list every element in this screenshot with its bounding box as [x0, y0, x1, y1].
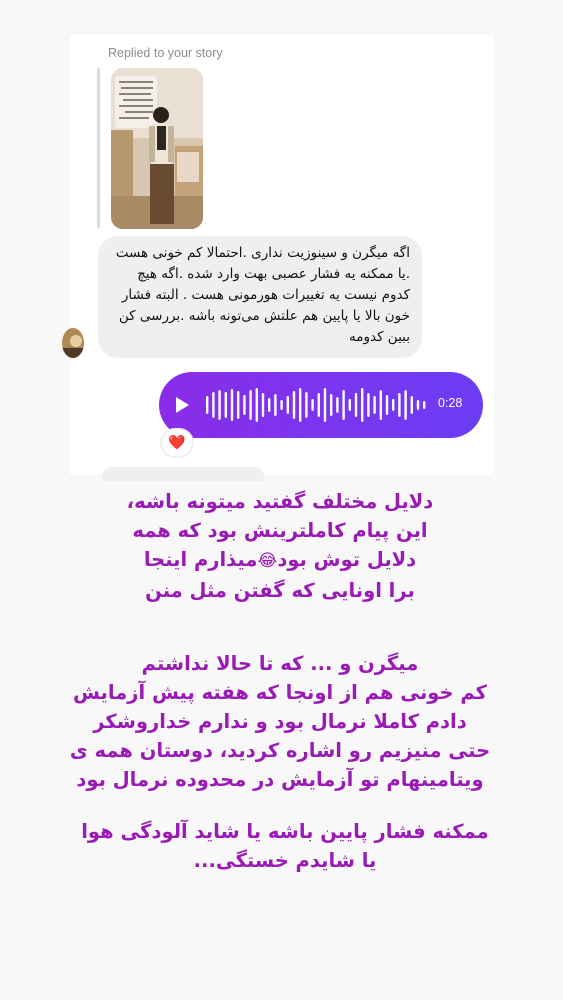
story-caption-paragraph-3: ممکنه فشار پایین باشه یا شاید آلودگی هوا…: [60, 817, 510, 875]
play-icon: [176, 397, 189, 413]
waveform-bar: [323, 388, 327, 422]
replied-to-story-label: Replied to your story: [108, 46, 223, 60]
waveform-bar: [206, 396, 209, 414]
waveform-bar: [354, 393, 358, 417]
waveform-bar: [373, 396, 376, 414]
incoming-message-text: اگه میگرن و سینوزیت نداری .احتمالا کم خو…: [115, 245, 410, 345]
waveform-bar: [286, 396, 289, 414]
sender-avatar[interactable]: [62, 328, 84, 358]
laughing-emoji-icon: 😂: [257, 551, 278, 571]
waveform-bar: [367, 393, 370, 417]
waveform-bar: [255, 388, 258, 422]
waveform-bar: [299, 388, 302, 422]
waveform-bar: [268, 398, 271, 412]
waveform-bar: [379, 390, 382, 420]
caption-line: میگرن و ... که تا حالا نداشتم: [141, 652, 419, 675]
play-button[interactable]: [168, 391, 196, 419]
heart-icon: ❤️: [168, 435, 186, 451]
waveform-bar: [342, 390, 345, 420]
waveform-bar: [398, 393, 401, 417]
waveform-bar: [392, 399, 395, 411]
avatar-icon: [62, 328, 84, 358]
caption-line: دلایل مختلف گفتید میتونه باشه،: [126, 490, 434, 513]
waveform-bar: [361, 388, 364, 422]
waveform-bar: [212, 392, 215, 418]
story-caption-paragraph-2: میگرن و ... که تا حالا نداشتم کم خونی هم…: [50, 649, 510, 794]
waveform-bar: [410, 396, 413, 414]
waveform-bar: [224, 392, 227, 418]
caption-line: ویتامینهام تو آزمایش در محدوده نرمال بود: [76, 768, 484, 791]
caption-line: دادم کاملا نرمال بود و ندارم خداروشکر: [93, 710, 467, 733]
waveform-bar: [416, 400, 420, 410]
waveform-bar: [243, 395, 246, 415]
caption-line: کم خونی هم از اونجا که هفته پیش آزمایش: [72, 681, 488, 704]
waveform-bar: [311, 399, 314, 411]
waveform-bar: [336, 397, 339, 413]
waveform-icon: [206, 388, 426, 422]
waveform-bar: [330, 394, 333, 416]
story-thumbnail[interactable]: [111, 68, 203, 229]
waveform-bar: [317, 393, 320, 417]
caption-line: یا شایدم خستگی...: [193, 849, 377, 872]
waveform-bar: [249, 390, 252, 420]
waveform-bar: [423, 401, 426, 409]
reply-indicator-bar: [97, 68, 100, 228]
next-message-bubble[interactable]: [102, 467, 264, 481]
waveform-bar: [237, 391, 240, 419]
waveform-bar: [230, 389, 234, 421]
caption-line: دلایل توش بود😂میذارم اینجا: [90, 545, 470, 576]
caption-line: ممکنه فشار پایین باشه یا شاید آلودگی هوا: [81, 820, 489, 843]
caption-line: حتی منیزیم رو اشاره کردید، دوستان همه ی: [69, 739, 491, 762]
caption-line: برا اونایی که گفتن مثل منن: [145, 579, 415, 602]
waveform-bar: [404, 390, 407, 420]
caption-line: این پیام کاملترینش بود که همه: [132, 519, 428, 542]
waveform-bar: [261, 393, 265, 417]
heart-reaction[interactable]: ❤️: [162, 430, 192, 456]
caption-line-part: دلایل توش بود: [277, 548, 417, 571]
waveform-bar: [218, 390, 221, 420]
story-photo-icon: [111, 68, 203, 229]
voice-duration: 0:28: [438, 396, 463, 410]
waveform-bar: [292, 391, 296, 419]
waveform-bar: [385, 395, 389, 415]
caption-line-part: میذارم اینجا: [143, 548, 258, 571]
waveform-bar: [305, 392, 308, 418]
waveform-bar: [348, 399, 351, 411]
story-caption-paragraph-1: دلایل مختلف گفتید میتونه باشه، این پیام …: [90, 487, 470, 605]
waveform-bar: [274, 394, 277, 416]
waveform-bar: [280, 400, 283, 410]
